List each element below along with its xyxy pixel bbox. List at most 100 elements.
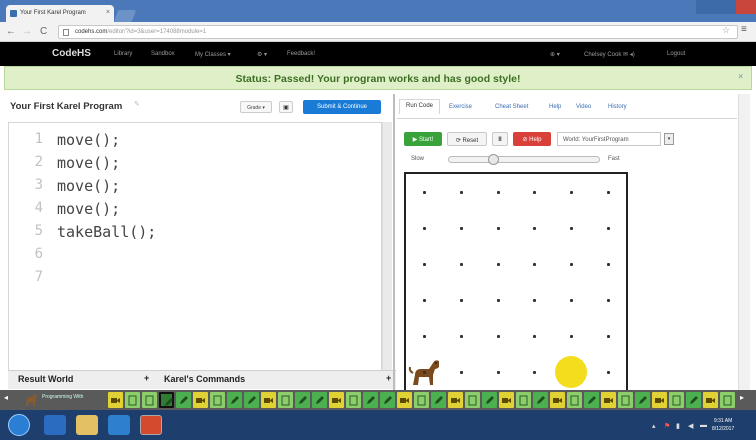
minimize-window-button[interactable] bbox=[696, 0, 716, 14]
nav-settings-gear-icon[interactable]: ⚙ ▾ bbox=[257, 51, 267, 58]
lesson-step-doc-icon[interactable] bbox=[414, 392, 429, 408]
lesson-step-video-icon[interactable] bbox=[652, 392, 667, 408]
lesson-step-pencil-icon[interactable] bbox=[227, 392, 242, 408]
bookmark-star-icon[interactable]: ☆ bbox=[722, 25, 730, 36]
lesson-step-pencil-icon[interactable] bbox=[635, 392, 650, 408]
file-explorer-icon[interactable] bbox=[76, 415, 98, 435]
tray-arrow-icon[interactable]: ▴ bbox=[652, 422, 656, 430]
lesson-step-pencil-icon[interactable] bbox=[363, 392, 378, 408]
lesson-step-doc-icon[interactable] bbox=[465, 392, 480, 408]
world-dropdown-arrow-icon[interactable]: ▾ bbox=[664, 133, 674, 145]
system-clock[interactable]: 9:31 AM 8/12/2017 bbox=[712, 417, 734, 433]
chrome-icon[interactable] bbox=[140, 415, 162, 435]
nav-user-name[interactable]: Chelsey Cook ✉ ◂) bbox=[584, 51, 635, 58]
nav-sandbox-link[interactable]: Sandbox bbox=[151, 51, 175, 57]
tray-flag-icon[interactable]: ⚑ bbox=[664, 422, 670, 430]
pause-button[interactable]: II bbox=[492, 132, 508, 146]
editor-scrollbar[interactable] bbox=[382, 122, 392, 374]
nav-my-classes-link[interactable]: My Classes ▾ bbox=[195, 51, 231, 58]
code-text[interactable]: move(); bbox=[57, 131, 120, 149]
lesson-step-doc-icon[interactable] bbox=[346, 392, 361, 408]
lesson-step-doc-icon[interactable] bbox=[210, 392, 225, 408]
lesson-step-doc-icon[interactable] bbox=[125, 392, 140, 408]
lesson-step-doc-icon[interactable] bbox=[669, 392, 684, 408]
tab-run-code[interactable]: Run Code bbox=[399, 99, 441, 114]
lesson-step-video-icon[interactable] bbox=[448, 392, 463, 408]
media-player-icon[interactable] bbox=[108, 415, 130, 435]
help-button[interactable]: ⊘ Help bbox=[513, 132, 551, 146]
lesson-step-video-icon[interactable] bbox=[601, 392, 616, 408]
nav-library-link[interactable]: Library bbox=[114, 51, 132, 57]
lesson-step-pencil-icon[interactable] bbox=[431, 392, 446, 408]
lesson-step-pencil-icon[interactable] bbox=[176, 392, 191, 408]
lesson-step-doc-icon[interactable] bbox=[142, 392, 157, 408]
grade-dropdown[interactable]: Grade ▾ bbox=[240, 101, 272, 113]
browser-menu-icon[interactable]: ≡ bbox=[741, 24, 747, 35]
lesson-step-pencil-icon[interactable] bbox=[533, 392, 548, 408]
start-button[interactable]: ▶ Start! bbox=[404, 132, 442, 146]
lesson-step-video-icon[interactable] bbox=[397, 392, 412, 408]
lesson-step-video-icon[interactable] bbox=[193, 392, 208, 408]
lesson-step-pencil-icon[interactable] bbox=[244, 392, 259, 408]
volume-icon[interactable]: ◀ bbox=[688, 422, 693, 430]
maximize-window-button[interactable] bbox=[716, 0, 736, 14]
lesson-step-video-icon[interactable] bbox=[499, 392, 514, 408]
reset-button[interactable]: ⟳ Reset bbox=[447, 132, 487, 146]
code-editor[interactable]: 1 move(); 2 move(); 3 move(); 4 move(); … bbox=[8, 122, 382, 374]
lesson-step-video-icon[interactable] bbox=[550, 392, 565, 408]
code-text[interactable]: move(); bbox=[57, 177, 120, 195]
lesson-step-pencil-icon[interactable] bbox=[482, 392, 497, 408]
close-window-button[interactable] bbox=[736, 0, 756, 14]
lesson-step-doc-icon[interactable] bbox=[278, 392, 293, 408]
lesson-step-video-icon[interactable] bbox=[329, 392, 344, 408]
speed-slider-handle[interactable] bbox=[488, 154, 499, 165]
lesson-step-video-icon[interactable] bbox=[703, 392, 718, 408]
lesson-step-doc-icon[interactable] bbox=[720, 392, 735, 408]
back-arrow-icon[interactable]: ← bbox=[6, 26, 16, 37]
lesson-step-pencil-icon[interactable] bbox=[380, 392, 395, 408]
tab-video[interactable]: Video bbox=[576, 104, 591, 110]
forward-arrow-icon[interactable]: → bbox=[22, 26, 32, 37]
save-icon[interactable]: ▣ bbox=[279, 101, 293, 113]
submit-continue-button[interactable]: Submit & Continue bbox=[303, 100, 381, 114]
tab-help[interactable]: Help bbox=[549, 104, 561, 110]
network-icon[interactable]: ▮ bbox=[676, 422, 680, 430]
reload-icon[interactable]: C bbox=[40, 26, 47, 37]
lesson-step-pencil-icon[interactable] bbox=[159, 392, 174, 408]
close-banner-icon[interactable]: × bbox=[738, 72, 743, 81]
code-text[interactable]: move(); bbox=[57, 154, 120, 172]
address-bar[interactable]: codehs.com/editor/?id=3&user=174088modul… bbox=[58, 25, 738, 39]
codehs-logo[interactable]: CodeHS bbox=[52, 48, 91, 59]
tab-history[interactable]: History bbox=[608, 104, 627, 110]
browser-tab[interactable]: Your First Karel Program × bbox=[6, 5, 114, 22]
edit-title-icon[interactable]: ✎ bbox=[134, 100, 140, 108]
world-select[interactable]: World: YourFirstProgram bbox=[557, 132, 661, 146]
lesson-step-pencil-icon[interactable] bbox=[686, 392, 701, 408]
lesson-step-doc-icon[interactable] bbox=[516, 392, 531, 408]
battery-icon[interactable]: ▬ bbox=[700, 422, 707, 429]
code-text[interactable]: move(); bbox=[57, 200, 120, 218]
prev-arrow-icon[interactable]: ◂ bbox=[4, 393, 8, 402]
tab-cheat-sheet[interactable]: Cheat Sheet bbox=[495, 104, 528, 110]
close-tab-icon[interactable]: × bbox=[106, 9, 110, 16]
expand-commands-icon[interactable]: + bbox=[386, 373, 391, 383]
result-world-tab[interactable]: Result World bbox=[18, 374, 73, 384]
lesson-step-video-icon[interactable] bbox=[108, 392, 123, 408]
lesson-step-doc-icon[interactable] bbox=[567, 392, 582, 408]
start-menu-icon[interactable] bbox=[8, 414, 30, 436]
new-tab-button[interactable] bbox=[113, 10, 137, 22]
karels-commands-tab[interactable]: Karel's Commands bbox=[164, 374, 245, 384]
lesson-step-pencil-icon[interactable] bbox=[295, 392, 310, 408]
lesson-step-video-icon[interactable] bbox=[261, 392, 276, 408]
panel-divider[interactable] bbox=[393, 94, 395, 390]
lesson-step-doc-icon[interactable] bbox=[618, 392, 633, 408]
nav-notifications-icon[interactable]: ⊕ ▾ bbox=[550, 51, 560, 58]
expand-result-world-icon[interactable]: + bbox=[144, 373, 149, 383]
code-text[interactable]: takeBall(); bbox=[57, 223, 156, 241]
lesson-step-pencil-icon[interactable] bbox=[312, 392, 327, 408]
nav-logout-link[interactable]: Logout bbox=[667, 51, 685, 57]
internet-explorer-icon[interactable] bbox=[44, 415, 66, 435]
lesson-step-pencil-icon[interactable] bbox=[584, 392, 599, 408]
nav-feedback-link[interactable]: Feedback! bbox=[287, 51, 315, 57]
next-arrow-icon[interactable]: ▸ bbox=[740, 393, 744, 402]
